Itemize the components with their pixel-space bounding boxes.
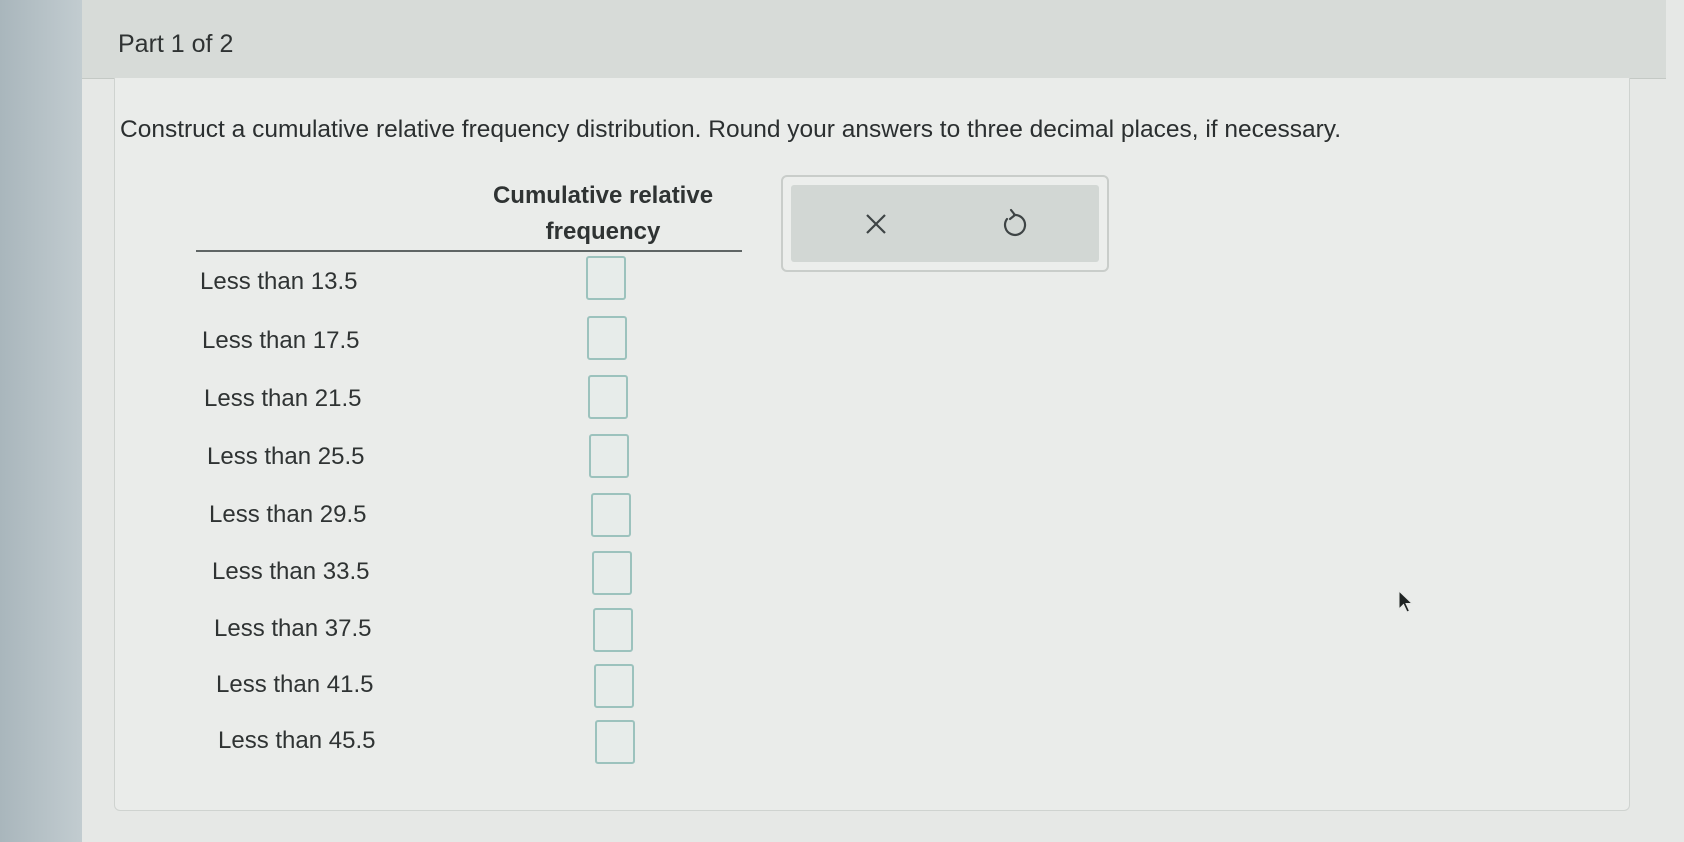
row-label: Less than 29.5 [209,501,367,528]
row-label: Less than 13.5 [200,268,358,295]
answer-input-29-5[interactable] [591,493,631,537]
column-header: Cumulative relative frequency [440,178,766,250]
mouse-cursor-icon [1398,590,1414,613]
answer-input-21-5[interactable] [588,375,628,419]
row-label: Less than 33.5 [212,558,370,585]
question-instruction: Construct a cumulative relative frequenc… [120,116,1342,143]
answer-tools-panel [781,175,1109,272]
clear-button[interactable] [853,201,899,247]
answer-tools-bar [791,185,1099,262]
row-label: Less than 25.5 [207,443,365,470]
answer-input-45-5[interactable] [595,720,635,764]
window-edge [0,0,82,842]
column-header-line2: frequency [545,218,661,245]
answer-input-25-5[interactable] [589,434,629,478]
row-label: Less than 41.5 [216,671,374,698]
part-title: Part 1 of 2 [118,30,234,58]
answer-input-33-5[interactable] [592,551,632,595]
undo-icon [1004,208,1027,236]
part-header: Part 1 of 2 [82,0,1666,79]
undo-button[interactable] [991,201,1037,247]
answer-input-41-5[interactable] [594,664,634,708]
answer-input-13-5[interactable] [586,256,626,300]
answer-input-17-5[interactable] [587,316,627,360]
row-label: Less than 45.5 [218,727,376,754]
row-label: Less than 21.5 [204,385,362,412]
header-divider [196,250,742,252]
row-label: Less than 37.5 [214,615,372,642]
row-label: Less than 17.5 [202,327,360,354]
close-icon [866,214,886,234]
answer-input-37-5[interactable] [593,608,633,652]
column-header-line1: Cumulative relative [492,182,714,209]
